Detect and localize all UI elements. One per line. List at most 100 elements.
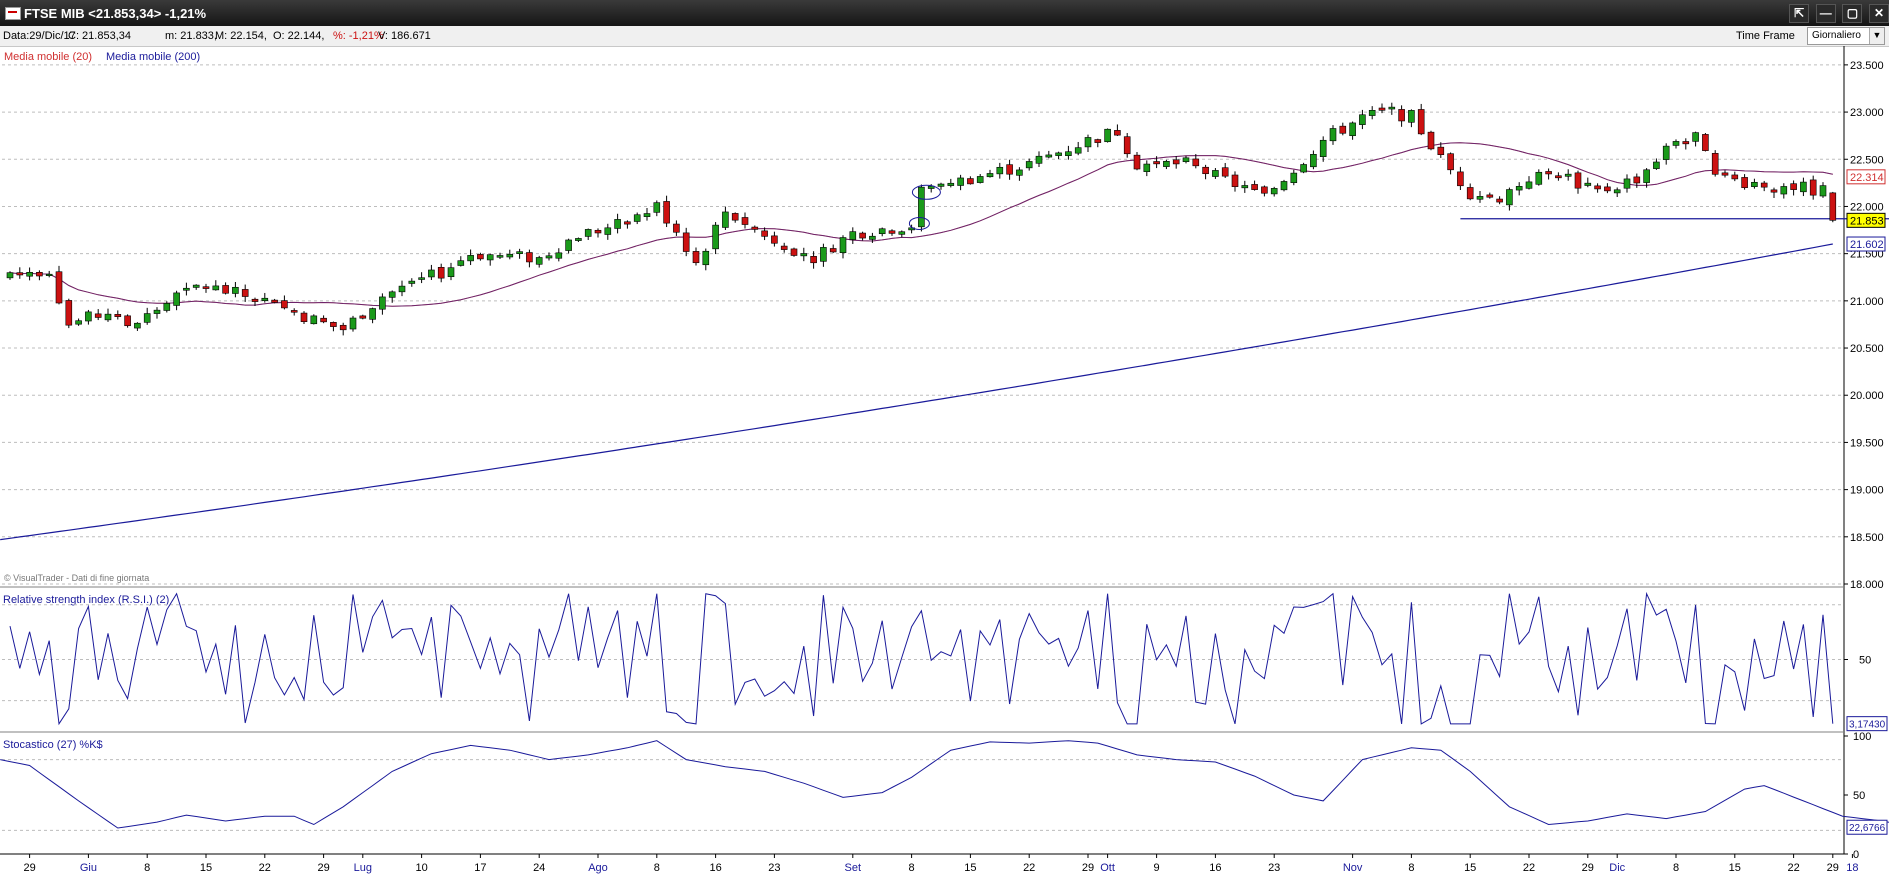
candle-up [1506, 189, 1513, 206]
candle-up [869, 235, 876, 240]
stochastic-line [0, 740, 1889, 829]
candle-down [1398, 109, 1405, 122]
candle-up [535, 257, 543, 265]
detach-window-button[interactable]: ⇱ [1789, 4, 1810, 23]
candle-up [918, 186, 925, 228]
candle-down [1172, 159, 1180, 165]
candle-down [526, 252, 533, 263]
x-axis-label: 29 [317, 862, 329, 874]
candle-down [330, 322, 337, 327]
x-axis-label: 22 [1787, 862, 1799, 874]
candle-down [55, 271, 63, 304]
candle-up [349, 317, 357, 330]
x-axis-label: 22 [1023, 862, 1035, 874]
candle-up [173, 292, 180, 306]
candle-down [751, 226, 759, 230]
candle-down [1417, 109, 1425, 135]
candle-down [1133, 154, 1141, 170]
candle-up [555, 252, 563, 259]
candle-down [1760, 182, 1768, 188]
price-axis-label: 19.000 [1850, 485, 1884, 497]
candle-down [1114, 130, 1121, 136]
candle-up [1104, 128, 1111, 143]
candle-up [486, 254, 494, 261]
candle-down [1251, 184, 1258, 190]
candle-up [1388, 106, 1396, 110]
candle-down [1574, 172, 1582, 189]
x-axis-label: 29 [1582, 862, 1594, 874]
candle-down [241, 289, 249, 297]
candle-down [1829, 192, 1837, 221]
chart-area[interactable]: 18.000 18.500 19.000 19.500 20.000 20.500 21.0… [0, 46, 1889, 879]
candle-up [957, 177, 964, 186]
candle-up [1280, 181, 1288, 191]
candle-down [1094, 139, 1102, 143]
candle-up [506, 253, 514, 258]
candle-up [1368, 109, 1376, 116]
candle-down [1006, 164, 1013, 175]
candle-up [6, 272, 14, 279]
price-axis-label: 20.000 [1850, 390, 1884, 402]
candle-down [1378, 107, 1386, 111]
candle-up [545, 255, 553, 259]
candle-up [1408, 110, 1415, 123]
candle-down [761, 230, 768, 237]
info-percent: %: -1,21% [333, 30, 384, 42]
candle-up [261, 297, 269, 301]
rsi-value-tag: 3,17430 [1849, 720, 1886, 731]
ma200-value-tag: 21.602 [1850, 239, 1884, 251]
x-axis-label: Lug [354, 862, 372, 874]
candle-down [1682, 141, 1690, 145]
candle-up [878, 228, 886, 235]
candle-up [1084, 137, 1092, 148]
candle-down [281, 300, 288, 309]
price-axis-label: 19.500 [1850, 437, 1884, 449]
candle-up [1074, 147, 1082, 154]
candle-up [643, 213, 651, 217]
candle-down [1437, 146, 1445, 156]
candle-down [290, 310, 298, 313]
x-axis-label: 22 [259, 862, 271, 874]
candle-down [1496, 198, 1503, 203]
candle-up [192, 284, 200, 288]
candle-down [300, 312, 308, 323]
candle-down [1790, 183, 1797, 190]
candle-up [183, 287, 190, 291]
close-window-button[interactable]: ✕ [1869, 4, 1889, 23]
candle-up [653, 202, 661, 213]
candle-down [359, 315, 367, 319]
candle-down [663, 201, 670, 224]
candle-down [94, 313, 102, 318]
last-price-tag: 21.853 [1850, 215, 1884, 227]
candle-up [820, 247, 827, 262]
candle-up [232, 286, 239, 294]
maximize-window-button[interactable]: ▢ [1842, 4, 1863, 23]
candle-down [741, 217, 749, 225]
candle-up [1270, 188, 1278, 195]
candle-up [428, 269, 435, 278]
chevron-down-icon[interactable]: ▼ [1869, 28, 1884, 44]
info-date: Data:29/Dic/17 [3, 30, 76, 42]
candle-up [457, 260, 465, 266]
candle-down [1202, 166, 1209, 175]
candle-down [1731, 174, 1739, 180]
candle-down [320, 317, 327, 323]
info-volume: V: 186.671 [378, 30, 431, 42]
candle-up [408, 280, 416, 284]
candle-up [310, 315, 318, 325]
candle-down [1466, 187, 1474, 200]
candle-down [673, 223, 680, 233]
candle-up [1025, 161, 1033, 169]
minimize-window-button[interactable]: — [1815, 4, 1836, 23]
candle-up [104, 313, 112, 321]
x-axis-label: 9 [1154, 862, 1160, 874]
candle-up [1525, 181, 1533, 189]
candle-up [712, 224, 719, 250]
candle-down [1545, 171, 1552, 175]
stochastic-title: Stocastico (27) %K$ [3, 739, 103, 751]
candle-up [369, 308, 376, 320]
price-axis-label: 18.500 [1850, 532, 1884, 544]
candle-down [790, 248, 798, 256]
candle-down [967, 178, 974, 185]
timeframe-select[interactable]: Giornaliero ▼ [1807, 27, 1885, 45]
